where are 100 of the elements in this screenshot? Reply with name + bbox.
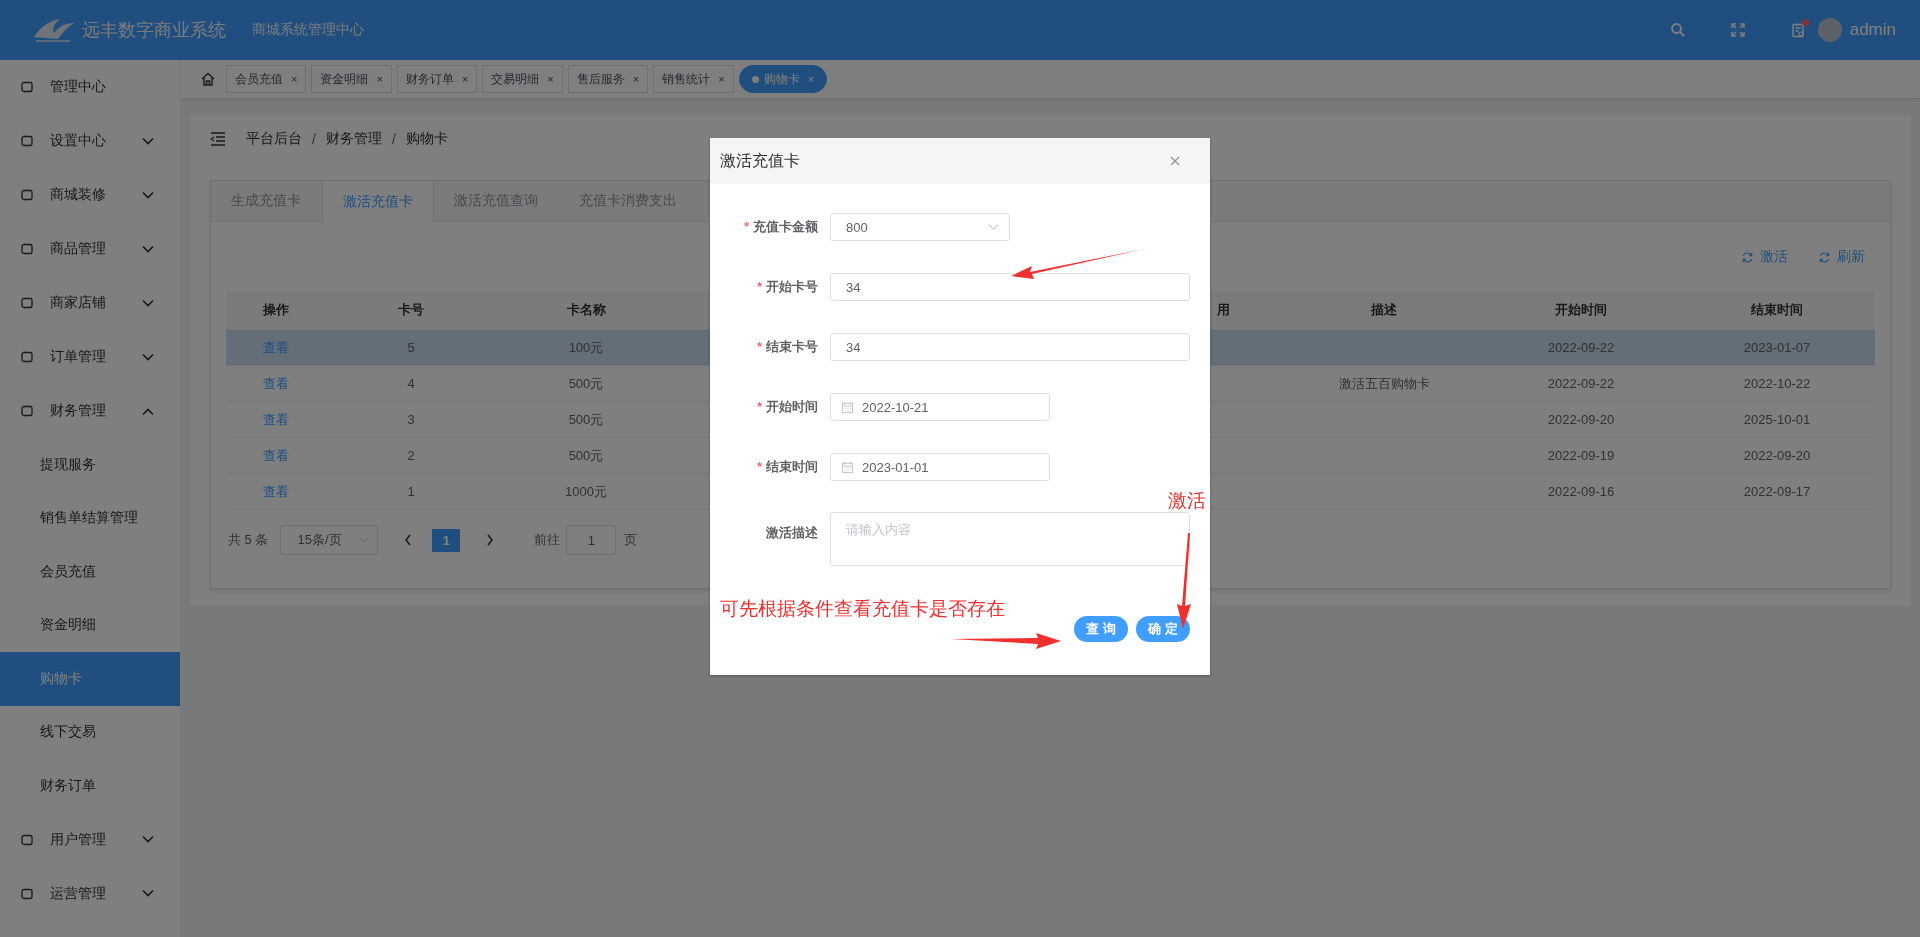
date-field[interactable]: 2023-01-01 [830,453,1050,481]
sidebar-subitem[interactable]: 提现服务 [0,438,180,492]
annotation-text: 可先根据条件查看充值卡是否存在 [720,597,1005,621]
table-cell-text: 500元 [567,374,605,393]
goto-page-field[interactable]: 1 [566,525,617,555]
fullscreen-icon[interactable] [1729,22,1746,38]
page-tag[interactable]: 会员充值 × [226,65,307,93]
tab[interactable]: 激活充值卡 [322,181,434,222]
table-cell-text: 2025-10-01 [1742,412,1812,427]
breadcrumb-item[interactable]: 平台后台 [246,130,302,148]
breadcrumb-separator: / [312,131,316,147]
sidebar-subitem[interactable]: 会员充值 [0,545,180,599]
table-cell-text: 100元 [567,338,605,357]
table-cell-text: 2022-09-20 [1546,412,1616,427]
query-button[interactable]: 查 询 [1074,616,1128,642]
clipboard-icon[interactable] [1789,22,1806,38]
breadcrumb-item: 购物卡 [405,130,448,148]
view-link[interactable]: 查看 [226,410,326,429]
column-header: 结束时间 [1750,301,1804,319]
field-label: * 结束时间 [755,458,819,476]
view-link[interactable]: 查看 [226,374,326,393]
table-cell-text: 1 [406,484,416,499]
chevron-down-icon [359,536,370,544]
breadcrumb-item[interactable]: 财务管理 [325,130,382,148]
page-tag[interactable]: 购物卡 × [738,65,828,93]
annotation-text: 激活 [1168,489,1206,513]
system-name: 远丰数字商业系统 [82,19,226,42]
close-icon[interactable] [1170,156,1180,166]
table-cell-text: 2022-09-20 [1742,448,1812,463]
field-label: * 充值卡金额 [742,218,819,236]
sidebar-item[interactable]: 运营管理 [0,866,180,921]
user-name[interactable]: admin [1849,20,1896,40]
table-cell-text: 3 [406,412,416,427]
table-cell-text: 5 [406,340,416,355]
table-cell-text: 2022-09-16 [1546,484,1616,499]
view-link[interactable]: 查看 [226,446,326,465]
sidebar-subitem[interactable]: 资金明细 [0,598,180,652]
breadcrumb-separator: / [391,131,396,147]
table-cell-text: 500元 [567,410,605,429]
table-cell-text: 2022-09-17 [1742,484,1812,499]
sidebar-item[interactable]: 用户管理 [0,812,180,867]
refresh-icon [1818,250,1831,264]
column-header: 描述 [1370,301,1398,319]
input-field[interactable]: 34 [830,333,1190,361]
current-page-button[interactable]: 1 [432,528,461,552]
table-cell-text: 4 [406,376,416,391]
field-label: 激活描述 [765,524,819,542]
column-header: 卡号 [397,301,425,319]
refresh-icon [1741,250,1754,264]
table-cell-text: 2 [406,448,416,463]
page-tag[interactable]: 售后服务 × [567,65,649,93]
column-header: 操作 [262,301,290,319]
view-link[interactable]: 查看 [226,482,326,501]
sidebar-item[interactable]: 管理中心 [0,60,180,114]
sidebar-subitem[interactable]: 线下交易 [0,705,180,759]
page-tag[interactable]: 资金明细 × [311,65,392,93]
sidebar-item[interactable]: 订单管理 [0,330,180,384]
table-cell-text: 2022-09-22 [1546,340,1616,355]
column-header: 卡名称 [565,301,607,319]
table-cell-text: 2022-10-22 [1742,376,1812,391]
previous-page-icon[interactable] [404,534,413,546]
sidebar-item[interactable]: 商城装修 [0,168,180,222]
field-label: * 开始时间 [755,398,819,416]
sidebar-subitem[interactable]: 购物卡 [0,652,180,706]
field-label: * 开始卡号 [755,278,819,296]
page-tag[interactable]: 交易明细 × [482,65,563,93]
table-cell-text: 激活五百购物卡 [1337,374,1431,393]
field-label: * 结束卡号 [755,338,819,356]
header-subtitle: 商城系统管理中心 [252,21,364,39]
calendar-icon [841,400,854,414]
collapse-menu-icon[interactable] [210,132,226,146]
table-cell-text: 2022-09-19 [1546,448,1616,463]
page-tag[interactable]: 财务订单 × [396,65,478,93]
column-header: 开始时间 [1554,301,1608,319]
chevron-down-icon [988,223,999,231]
sidebar-item[interactable]: 商家店铺 [0,276,180,330]
table-cell-text: 2023-01-07 [1742,340,1812,355]
table-cell-text: 500元 [567,446,605,465]
table-cell-text: 2022-09-22 [1546,376,1616,391]
input-field[interactable]: 34 [830,273,1190,301]
column-header: 用 [1216,301,1231,319]
sidebar-item[interactable]: 商品管理 [0,222,180,276]
goto-label: 前往 [534,531,561,549]
sidebar-subitem[interactable]: 销售单结算管理 [0,491,180,545]
toolbar-link[interactable]: 刷新 [1818,248,1865,266]
amount-select[interactable]: 800 [830,213,1010,241]
search-icon[interactable] [1669,22,1686,38]
table-cell-text: 1000元 [564,482,608,501]
home-icon[interactable] [200,71,216,87]
dialog-title: 激活充值卡 [720,150,800,171]
page-size-select[interactable]: 15条/页 [280,525,379,555]
sidebar-subitem[interactable]: 财务订单 [0,759,180,813]
sidebar-item[interactable]: 设置中心 [0,114,180,168]
toolbar-link[interactable]: 激活 [1741,248,1788,266]
confirm-button[interactable]: 确 定 [1136,616,1190,642]
page-tag[interactable]: 销售统计 × [653,65,734,93]
date-field[interactable]: 2022-10-21 [830,393,1050,421]
sidebar-item[interactable]: 财务管理 [0,384,180,438]
next-page-icon[interactable] [486,534,495,546]
total-count: 共 5 条 [228,531,269,549]
